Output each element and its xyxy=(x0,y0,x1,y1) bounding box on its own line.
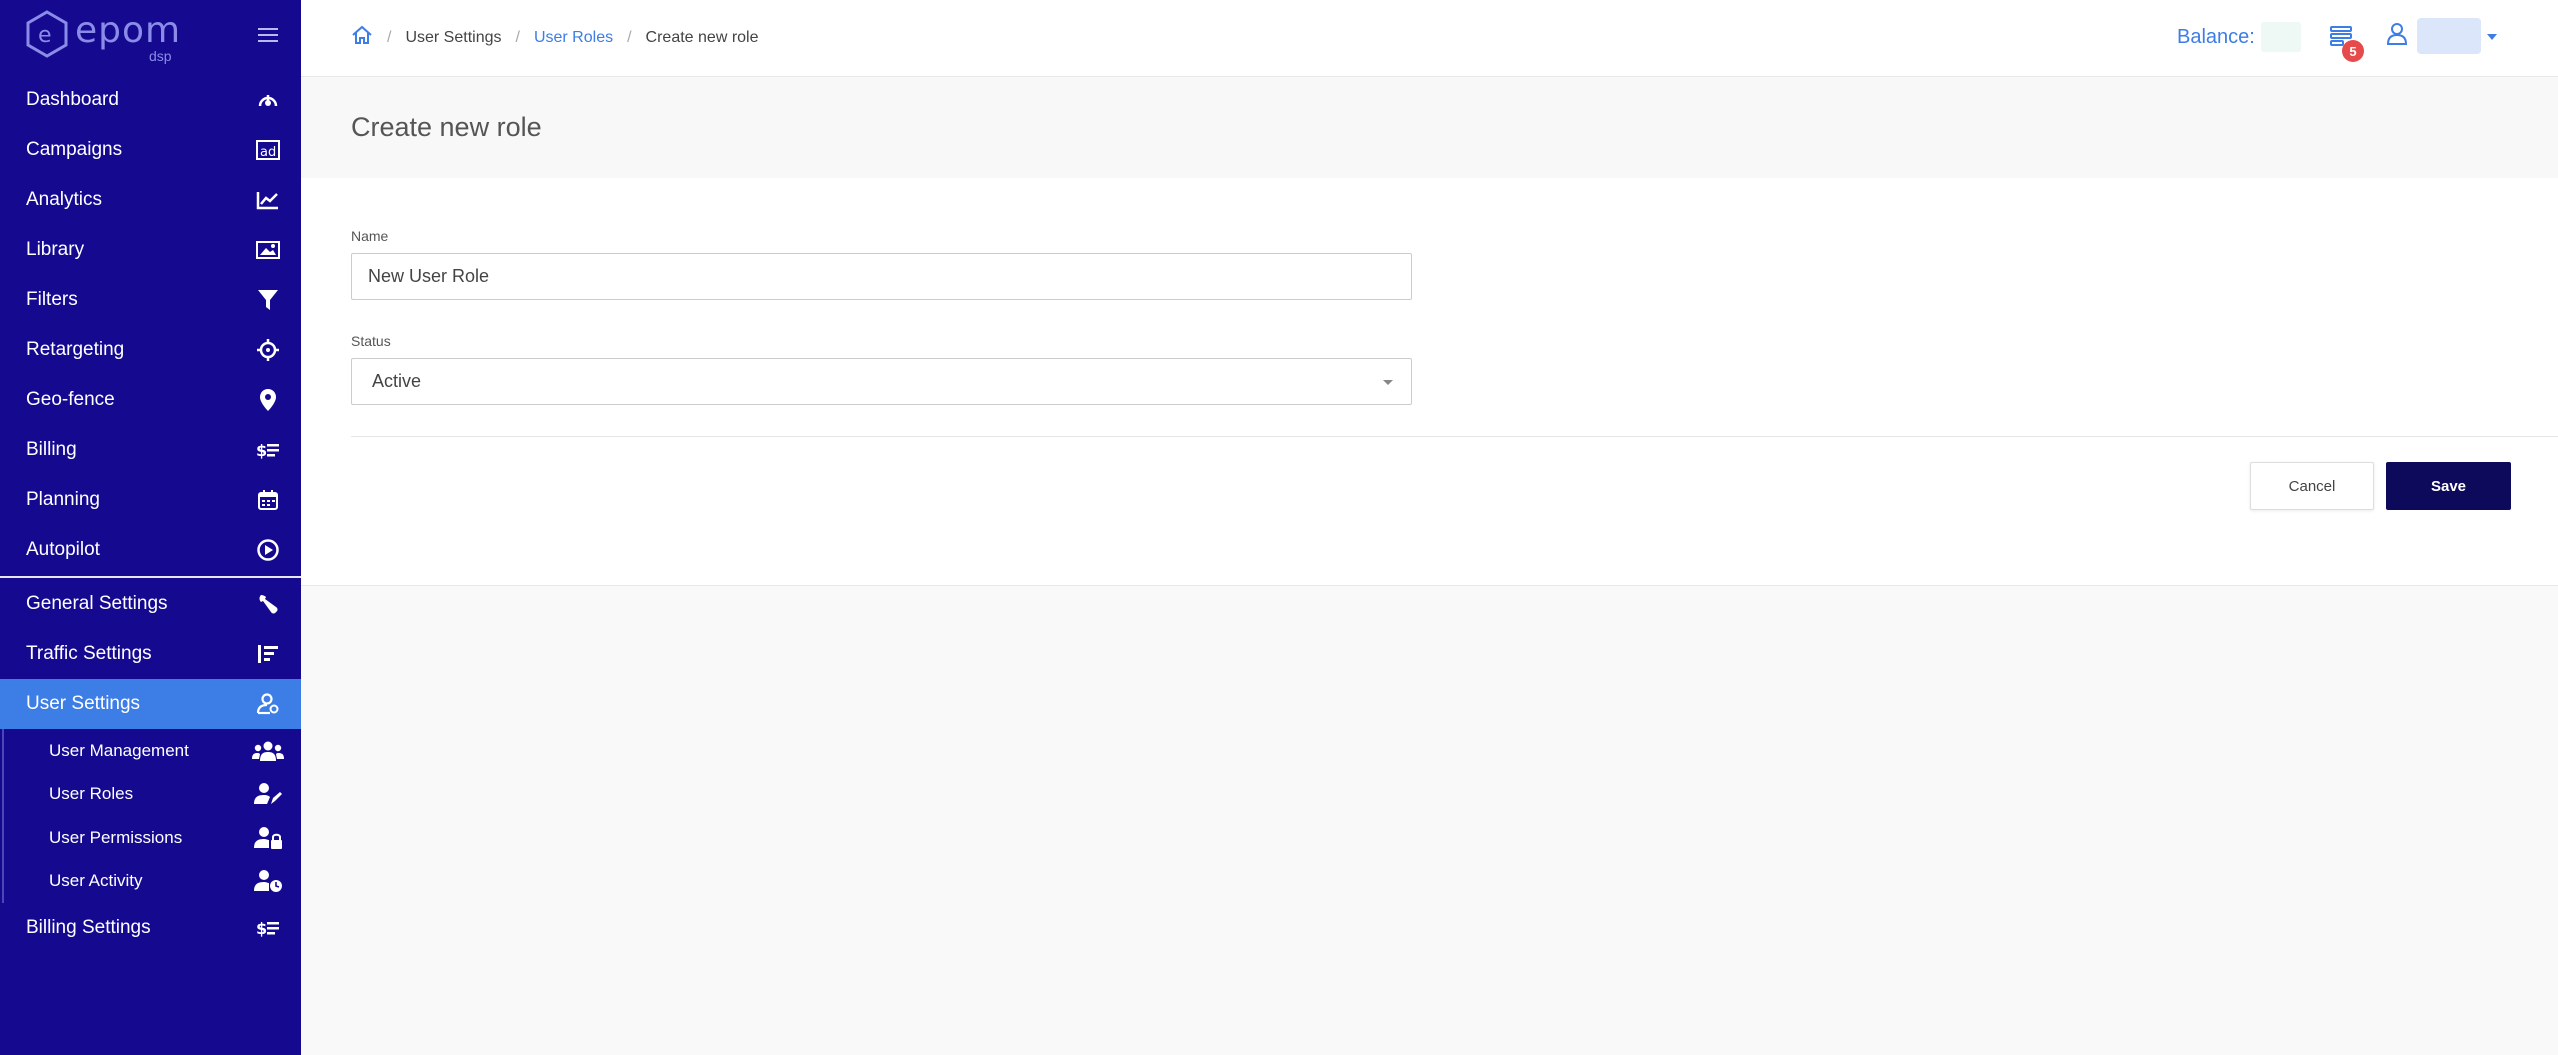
epom-logo[interactable]: e epom dsp xyxy=(25,8,185,64)
sidebar-item-traffic-settings[interactable]: Traffic Settings xyxy=(0,629,301,679)
sidebar-item-label: Filters xyxy=(26,289,78,310)
user-name[interactable] xyxy=(2417,18,2481,54)
svg-text:ad: ad xyxy=(260,145,276,160)
sidebar-item-label: Geo-fence xyxy=(26,389,115,410)
sidebar: e epom dsp Dashboard Campaigns ad Analyt… xyxy=(0,0,301,1055)
sidebar-item-label: Autopilot xyxy=(26,539,100,560)
sidebar-nav: Dashboard Campaigns ad Analytics Library… xyxy=(0,75,301,953)
user-settings-submenu: User Management User Roles User Permissi… xyxy=(2,729,301,903)
user-lock-icon xyxy=(252,825,284,851)
sidebar-item-user-management[interactable]: User Management xyxy=(4,729,301,773)
sidebar-item-label: User Activity xyxy=(49,871,143,891)
breadcrumb: / User Settings / User Roles / Create ne… xyxy=(351,24,759,51)
sidebar-item-label: User Settings xyxy=(26,693,141,714)
sidebar-item-label: Billing xyxy=(26,439,77,460)
role-form: Name New User Role Status Active Cancel … xyxy=(301,178,2558,586)
sidebar-item-billing[interactable]: Billing $ xyxy=(0,425,301,475)
sidebar-item-user-roles[interactable]: User Roles xyxy=(4,773,301,817)
sidebar-divider xyxy=(0,576,301,578)
status-select[interactable]: Active xyxy=(351,358,1412,405)
dollar-list-icon: $ xyxy=(255,438,281,462)
menu-toggle-icon[interactable] xyxy=(258,28,278,44)
image-icon xyxy=(255,238,281,262)
calendar-icon xyxy=(255,488,281,512)
home-icon[interactable] xyxy=(351,24,373,51)
brand-name: epom xyxy=(75,10,182,51)
sidebar-item-planning[interactable]: Planning xyxy=(0,475,301,525)
name-label: Name xyxy=(351,228,389,244)
sidebar-item-library[interactable]: Library xyxy=(0,225,301,275)
user-clock-icon xyxy=(252,868,284,894)
dashboard-icon xyxy=(255,88,281,112)
ad-icon: ad xyxy=(255,138,281,162)
users-icon xyxy=(252,738,284,764)
breadcrumb-user-settings[interactable]: User Settings xyxy=(405,29,501,47)
status-value: Active xyxy=(372,371,422,391)
balance-label: Balance: xyxy=(2177,26,2255,48)
breadcrumb-current: Create new role xyxy=(645,28,759,46)
balance-value xyxy=(2261,22,2301,52)
sidebar-item-label: Billing Settings xyxy=(26,917,151,938)
chart-line-icon xyxy=(255,188,281,212)
breadcrumb-separator: / xyxy=(387,28,392,46)
sidebar-item-label: General Settings xyxy=(26,593,168,614)
user-gear-icon xyxy=(255,692,281,716)
svg-text:e: e xyxy=(38,23,52,48)
breadcrumb-separator: / xyxy=(515,28,520,46)
sidebar-item-label: User Roles xyxy=(49,784,134,804)
sidebar-item-filters[interactable]: Filters xyxy=(0,275,301,325)
filter-icon xyxy=(255,288,281,312)
page-header: Create new role xyxy=(301,78,2558,178)
sidebar-item-dashboard[interactable]: Dashboard xyxy=(0,75,301,125)
chevron-down-icon[interactable] xyxy=(2487,34,2497,40)
wrench-icon xyxy=(255,592,281,616)
user-edit-icon xyxy=(252,781,284,807)
sidebar-item-geo-fence[interactable]: Geo-fence xyxy=(0,375,301,425)
crosshair-icon xyxy=(255,338,281,362)
brand-sub: dsp xyxy=(149,48,172,64)
sidebar-item-label: User Permissions xyxy=(49,827,183,847)
list-sort-icon xyxy=(255,642,281,666)
save-button[interactable]: Save xyxy=(2386,462,2511,510)
status-label: Status xyxy=(351,333,391,349)
breadcrumb-user-roles[interactable]: User Roles xyxy=(534,29,613,47)
sidebar-item-user-permissions[interactable]: User Permissions xyxy=(4,816,301,860)
sidebar-item-label: User Management xyxy=(49,740,189,760)
page-title: Create new role xyxy=(351,112,542,142)
name-input[interactable]: New User Role xyxy=(351,253,1412,300)
sidebar-item-autopilot[interactable]: Autopilot xyxy=(0,525,301,575)
svg-text:$: $ xyxy=(256,441,267,460)
sidebar-item-label: Analytics xyxy=(26,189,103,210)
play-circle-icon xyxy=(255,538,281,562)
sidebar-item-analytics[interactable]: Analytics xyxy=(0,175,301,225)
sidebar-item-user-settings[interactable]: User Settings xyxy=(0,679,301,729)
topbar: / User Settings / User Roles / Create ne… xyxy=(301,0,2558,77)
svg-text:$: $ xyxy=(256,919,267,938)
sidebar-item-retargeting[interactable]: Retargeting xyxy=(0,325,301,375)
cancel-button[interactable]: Cancel xyxy=(2250,462,2374,510)
map-pin-icon xyxy=(255,388,281,412)
sidebar-item-label: Dashboard xyxy=(26,89,119,110)
breadcrumb-separator: / xyxy=(627,28,632,46)
form-divider xyxy=(351,436,2558,437)
sidebar-item-label: Traffic Settings xyxy=(26,643,152,664)
epom-hexagon-icon: e xyxy=(26,10,68,58)
sidebar-item-label: Retargeting xyxy=(26,339,125,360)
sidebar-item-label: Planning xyxy=(26,489,100,510)
sidebar-item-label: Library xyxy=(26,239,85,260)
sidebar-item-campaigns[interactable]: Campaigns ad xyxy=(0,125,301,175)
sidebar-item-billing-settings[interactable]: Billing Settings $ xyxy=(0,903,301,953)
dollar-list-icon: $ xyxy=(255,916,281,940)
sidebar-item-label: Campaigns xyxy=(26,139,123,160)
user-icon[interactable] xyxy=(2386,22,2410,48)
sidebar-item-general-settings[interactable]: General Settings xyxy=(0,579,301,629)
chevron-down-icon xyxy=(1383,380,1393,385)
notification-badge: 5 xyxy=(2342,40,2364,62)
sidebar-item-user-activity[interactable]: User Activity xyxy=(4,860,301,904)
